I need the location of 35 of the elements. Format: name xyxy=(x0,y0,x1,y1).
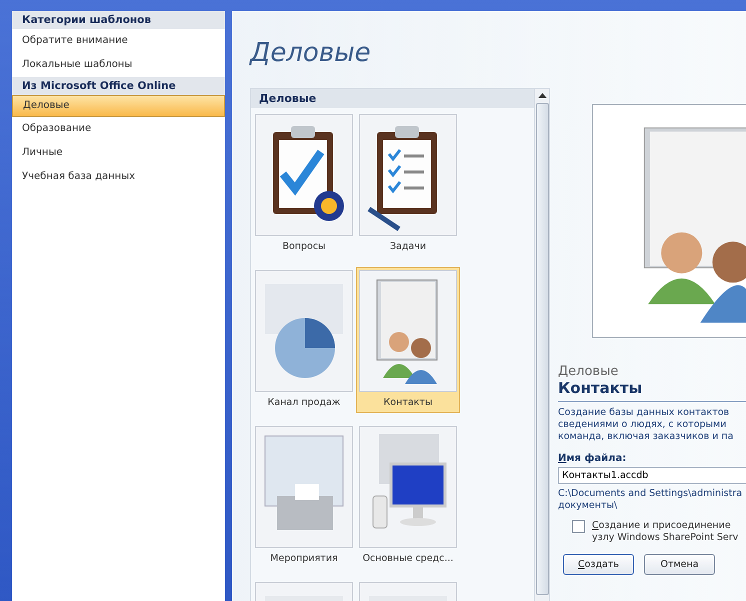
create-button[interactable]: Создать xyxy=(563,554,634,575)
scroll-up-icon[interactable] xyxy=(538,93,546,98)
pie-chart-icon xyxy=(255,270,353,392)
scrollbar-thumb[interactable] xyxy=(536,103,548,595)
gallery-header: Деловые xyxy=(251,89,534,108)
file-name-label: Имя файла: xyxy=(558,453,628,464)
template-category: Деловые xyxy=(558,364,620,379)
fax-machine-icon xyxy=(255,426,353,548)
file-path: C:\Documents and Settings\administra документы\ xyxy=(558,488,744,512)
scrollbar[interactable] xyxy=(534,89,549,601)
sidebar-item[interactable]: Обратите внимание xyxy=(12,29,225,53)
clipboard-check-icon xyxy=(255,114,353,236)
sidebar-item[interactable]: Учебная база данных xyxy=(12,165,225,189)
template-tile[interactable]: Мероприятия xyxy=(252,423,356,569)
template-tile[interactable]: Задачи xyxy=(356,111,460,257)
template-tile[interactable]: Канал продаж xyxy=(252,267,356,413)
clipboard-list-icon xyxy=(359,114,457,236)
sidebar-item[interactable]: Локальные шаблоны xyxy=(12,53,225,77)
sidebar-item[interactable]: Личные xyxy=(12,141,225,165)
template-name: Контакты xyxy=(558,379,746,402)
template-tile[interactable]: Вопросы xyxy=(252,111,356,257)
contacts-book-icon xyxy=(359,270,457,392)
sharepoint-option-label[interactable]: Создание и присоединение узлу Windows SharePoint Serv xyxy=(592,520,738,544)
sidebar-item[interactable]: Деловые xyxy=(12,95,225,117)
sidebar-item[interactable]: Образование xyxy=(12,117,225,141)
computer-icon xyxy=(359,426,457,548)
template-description: Создание базы данных контактов сведениями о людях, с которыми команда, включая заказчиков и па xyxy=(558,407,734,443)
template-tile[interactable]: Основные средс... xyxy=(356,423,460,569)
page-title: Деловые xyxy=(250,37,372,70)
sharepoint-checkbox[interactable] xyxy=(572,520,585,533)
sidebar-section-header: Из Microsoft Office Online xyxy=(12,77,225,95)
sidebar-section-header: Категории шаблонов xyxy=(12,11,225,29)
cancel-button[interactable]: Отмена xyxy=(644,554,715,575)
template-tile[interactable]: Контакты xyxy=(356,267,460,413)
file-name-field[interactable]: Контакты1.accdb xyxy=(558,467,746,484)
